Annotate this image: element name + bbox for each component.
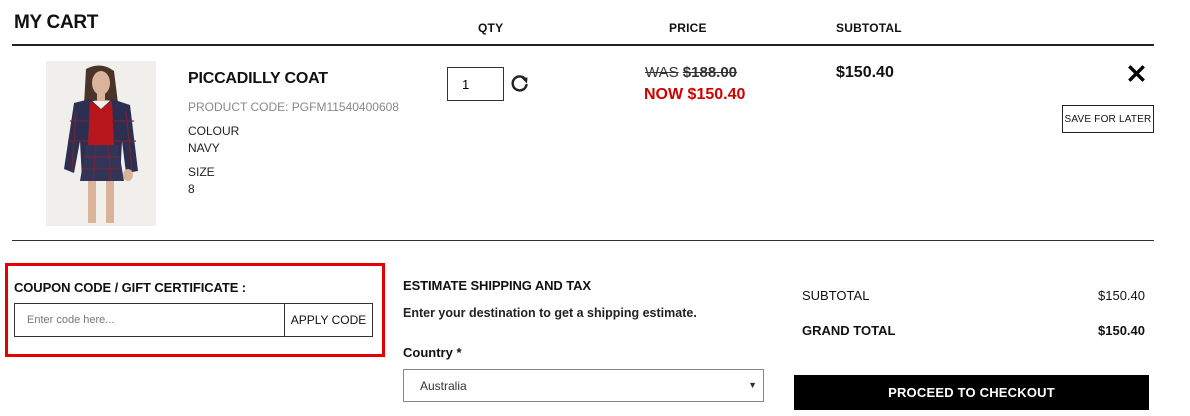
grand-total-label: GRAND TOTAL: [802, 323, 896, 338]
product-photo-graphic: [46, 61, 156, 226]
size-label: SIZE: [188, 165, 215, 179]
shipping-estimate-title: ESTIMATE SHIPPING AND TAX: [403, 278, 591, 293]
country-label: Country *: [403, 345, 462, 360]
subtotal-value: $150.40: [1098, 288, 1145, 303]
product-name[interactable]: PICCADILLY COAT: [188, 70, 328, 88]
colour-value: NAVY: [188, 141, 220, 155]
close-icon[interactable]: [1128, 65, 1145, 82]
column-header-price: PRICE: [669, 21, 707, 35]
product-code: PRODUCT CODE: PGFM11540400608: [188, 100, 399, 114]
refresh-icon[interactable]: [510, 73, 530, 93]
save-for-later-button[interactable]: SAVE FOR LATER: [1062, 105, 1154, 133]
now-price: NOW $150.40: [644, 86, 746, 103]
country-select[interactable]: Australia ▼: [403, 369, 764, 402]
column-header-subtotal: SUBTOTAL: [836, 21, 902, 35]
country-selected-value: Australia: [420, 378, 467, 393]
was-price-label: WAS: [645, 64, 679, 81]
header-divider: [12, 44, 1154, 46]
was-price: WAS $188.00: [645, 64, 737, 81]
quantity-input[interactable]: [447, 67, 504, 101]
product-image[interactable]: [46, 61, 156, 226]
column-header-qty: QTY: [478, 21, 504, 35]
shipping-estimate-subtitle: Enter your destination to get a shipping…: [403, 306, 697, 320]
section-divider: [12, 240, 1154, 241]
proceed-to-checkout-button[interactable]: PROCEED TO CHECKOUT: [794, 375, 1149, 410]
page-title: MY CART: [14, 12, 99, 33]
grand-total-value: $150.40: [1098, 323, 1145, 338]
apply-code-button[interactable]: APPLY CODE: [284, 303, 373, 337]
colour-label: COLOUR: [188, 124, 240, 138]
coupon-code-input[interactable]: [14, 303, 286, 337]
subtotal-label: SUBTOTAL: [802, 288, 870, 303]
coupon-label: COUPON CODE / GIFT CERTIFICATE :: [14, 280, 246, 295]
was-price-value: $188.00: [682, 64, 738, 81]
chevron-down-icon: ▼: [748, 380, 757, 390]
item-subtotal: $150.40: [836, 64, 894, 81]
size-value: 8: [188, 182, 195, 196]
